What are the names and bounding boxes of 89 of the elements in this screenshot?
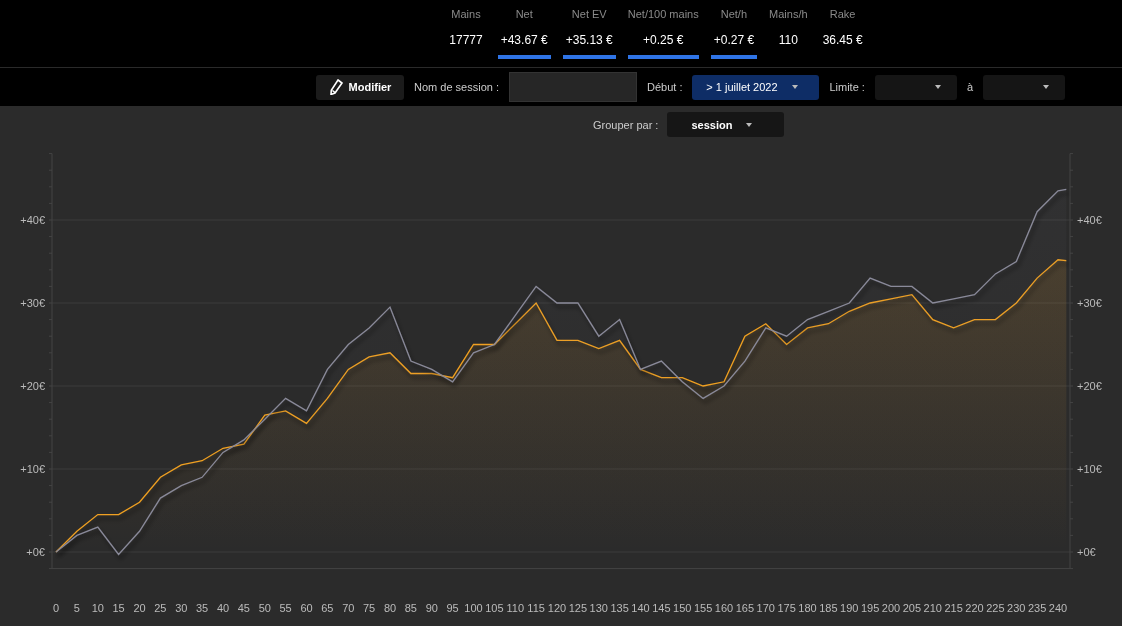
limit-dropdown[interactable] [983, 74, 1066, 100]
x-tick-label: 205 [902, 602, 922, 614]
x-tick-label: 65 [321, 602, 334, 614]
y-tick-label: +30€ [1077, 297, 1102, 309]
stat-label: Net/100 mains [627, 8, 699, 22]
stat-value: +0.25 € [642, 33, 685, 47]
x-tick-label: 200 [881, 602, 901, 614]
stat-label: Rake [829, 8, 856, 22]
x-tick-label: 210 [923, 602, 942, 614]
x-tick-label: 0 [52, 602, 60, 614]
x-tick-label: 115 [527, 602, 545, 614]
limit-dropdown[interactable] [874, 74, 957, 100]
x-tick-label: 105 [485, 602, 504, 614]
field-label: Nom de session : [414, 81, 499, 93]
x-tick-label: 170 [756, 602, 775, 614]
x-tick-label: 190 [840, 602, 859, 614]
stat-value: 110 [777, 33, 799, 47]
x-tick-label: 95 [446, 602, 459, 614]
x-tick-label: 25 [154, 602, 167, 614]
x-tick-label: 55 [279, 602, 292, 614]
x-tick-label: 20 [133, 602, 146, 614]
pencil-icon [328, 79, 343, 95]
stat-label: Net/h [720, 8, 748, 22]
x-tick-label: 220 [965, 602, 984, 614]
x-tick-label: 175 [777, 602, 796, 614]
x-tick-label: 150 [673, 602, 692, 614]
x-tick-label: 100 [464, 602, 483, 614]
x-tick-label: 240 [1048, 602, 1068, 614]
edit-button[interactable]: Modifier [316, 74, 404, 100]
x-tick-label: 40 [216, 602, 230, 614]
x-tick-label: 125 [568, 602, 588, 614]
stat-label: Mains [451, 8, 481, 22]
stat-value: +43.67 € [499, 33, 549, 47]
caret-icon [1043, 85, 1050, 89]
x-tick-label: 235 [1027, 602, 1047, 614]
x-tick-label: 120 [547, 602, 567, 614]
y-tick-label: +20€ [20, 380, 45, 392]
stat-value: 17777 [448, 33, 484, 47]
x-tick-label: 5 [73, 602, 80, 614]
field-label: Début : [647, 81, 683, 93]
x-tick-label: 225 [986, 602, 1005, 614]
x-tick-label: 135 [610, 602, 629, 614]
session-name-field[interactable] [509, 72, 637, 102]
y-tick-label: +10€ [1077, 463, 1102, 475]
x-tick-label: 145 [652, 602, 671, 614]
caret-icon [746, 122, 753, 127]
x-tick-label: 70 [342, 602, 355, 614]
x-tick-label: 30 [175, 602, 188, 614]
x-tick-label: 35 [196, 602, 209, 614]
x-tick-label: 85 [404, 602, 417, 614]
x-tick-label: 45 [237, 602, 250, 614]
start-dropdown[interactable]: > 1 juillet 2022 [692, 74, 820, 100]
y-tick-label: +40€ [1077, 214, 1102, 226]
x-tick-label: 160 [714, 602, 734, 614]
field-label: Limite : [829, 81, 865, 93]
x-tick-label: 155 [693, 602, 713, 614]
y-tick-label: +0€ [26, 546, 45, 558]
x-tick-label: 75 [363, 602, 376, 614]
x-tick-label: 50 [258, 602, 271, 614]
stat-label: Net EV [571, 8, 607, 22]
stat-label: Mains/h [769, 8, 808, 22]
x-tick-label: 230 [1007, 602, 1026, 614]
x-tick-label: 165 [735, 602, 755, 614]
stat-label: Net [515, 8, 533, 22]
x-tick-label: 60 [300, 602, 313, 614]
stat-value: +35.13 € [564, 33, 614, 47]
y-tick-label: +20€ [1077, 380, 1102, 392]
y-tick-label: +10€ [20, 463, 45, 475]
stat-value: 36.45 € [821, 33, 864, 47]
x-tick-label: 80 [383, 602, 397, 614]
caret-icon [934, 85, 941, 89]
group-by-dropdown[interactable]: session [667, 112, 785, 137]
y-tick-label: +0€ [1077, 546, 1096, 558]
stat-value: +0.27 € [712, 33, 756, 47]
x-tick-label: 110 [506, 602, 524, 614]
x-tick-label: 215 [944, 602, 963, 614]
field-label: Grouper par : [593, 118, 659, 131]
x-tick-label: 130 [589, 602, 608, 614]
x-tick-label: 90 [425, 602, 438, 614]
x-tick-label: 180 [798, 602, 817, 614]
x-tick-label: 140 [631, 602, 650, 614]
caret-icon [791, 85, 798, 89]
y-tick-label: +40€ [20, 214, 45, 226]
x-tick-label: 195 [860, 602, 880, 614]
y-tick-label: +30€ [20, 297, 45, 309]
x-tick-label: 15 [112, 602, 125, 614]
separator-label: à [966, 81, 974, 93]
x-tick-label: 185 [819, 602, 838, 614]
x-tick-label: 10 [91, 602, 104, 614]
